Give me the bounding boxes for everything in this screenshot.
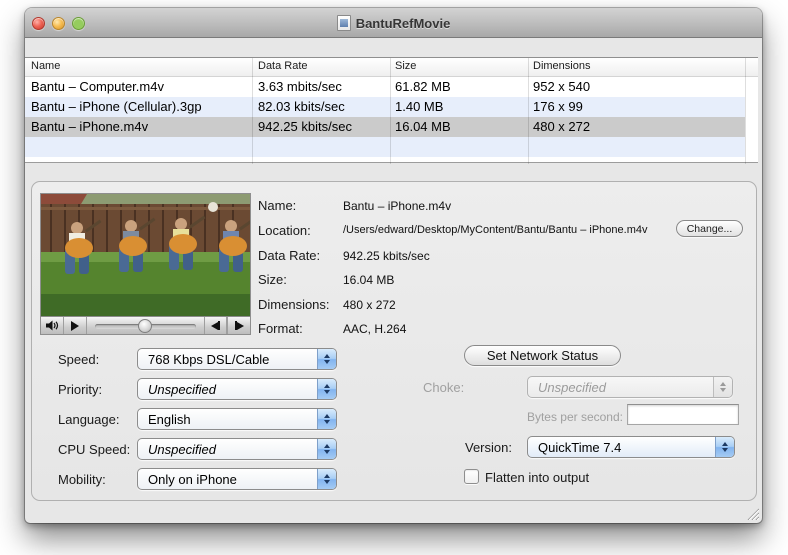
desktop: BantuRefMovie Name Data Rate Size Dimens… bbox=[0, 0, 788, 555]
name-value: Bantu – iPhone.m4v bbox=[343, 199, 451, 213]
column-divider[interactable] bbox=[390, 58, 391, 164]
resize-grip-icon[interactable] bbox=[745, 506, 759, 520]
dimensions-value: 480 x 272 bbox=[343, 298, 396, 312]
version-popup[interactable]: QuickTime 7.4 bbox=[527, 436, 735, 458]
app-window: BantuRefMovie Name Data Rate Size Dimens… bbox=[25, 8, 762, 523]
playhead-slider[interactable] bbox=[87, 317, 204, 334]
choke-popup: Unspecified bbox=[527, 376, 733, 398]
language-label: Language: bbox=[58, 412, 119, 427]
table-header: Name Data Rate Size Dimensions bbox=[25, 58, 758, 77]
step-back-icon[interactable] bbox=[204, 317, 227, 334]
movie-table: Name Data Rate Size Dimensions Bantu – C… bbox=[25, 57, 758, 163]
format-label: Format: bbox=[258, 321, 303, 336]
language-popup[interactable]: English bbox=[137, 408, 337, 430]
name-label: Name: bbox=[258, 198, 296, 213]
data-rate-value: 942.25 kbits/sec bbox=[343, 249, 430, 263]
table-row-empty bbox=[25, 137, 745, 157]
bytes-per-second-label: Bytes per second: bbox=[455, 410, 623, 424]
column-divider[interactable] bbox=[252, 58, 253, 164]
set-network-status-button[interactable]: Set Network Status bbox=[464, 345, 621, 366]
video-preview bbox=[40, 193, 251, 335]
document-movie-icon[interactable] bbox=[337, 15, 351, 31]
size-value: 16.04 MB bbox=[343, 273, 394, 287]
table-row[interactable]: Bantu – Computer.m4v 3.63 mbits/sec 61.8… bbox=[25, 77, 745, 97]
size-label: Size: bbox=[258, 272, 287, 287]
dimensions-label: Dimensions: bbox=[258, 297, 330, 312]
window-title: BantuRefMovie bbox=[356, 16, 451, 31]
priority-label: Priority: bbox=[58, 382, 102, 397]
flatten-checkbox-label: Flatten into output bbox=[485, 470, 589, 485]
speed-label: Speed: bbox=[58, 352, 99, 367]
movie-controller bbox=[41, 316, 250, 334]
play-icon[interactable] bbox=[64, 317, 87, 334]
step-forward-icon[interactable] bbox=[227, 317, 250, 334]
location-label: Location: bbox=[258, 223, 311, 238]
priority-popup[interactable]: Unspecified bbox=[137, 378, 337, 400]
column-header-data-rate[interactable]: Data Rate bbox=[258, 60, 308, 72]
version-label: Version: bbox=[465, 440, 512, 455]
table-row[interactable]: Bantu – iPhone (Cellular).3gp 82.03 kbit… bbox=[25, 97, 745, 117]
popup-arrows-icon bbox=[713, 377, 732, 397]
column-header-dimensions[interactable]: Dimensions bbox=[533, 60, 590, 72]
table-row-selected[interactable]: Bantu – iPhone.m4v 942.25 kbits/sec 16.0… bbox=[25, 117, 745, 137]
popup-arrows-icon bbox=[317, 439, 336, 459]
popup-arrows-icon bbox=[317, 349, 336, 369]
popup-arrows-icon bbox=[715, 437, 734, 457]
flatten-checkbox[interactable] bbox=[464, 469, 479, 484]
slider-thumb[interactable] bbox=[138, 319, 152, 333]
column-header-name[interactable]: Name bbox=[31, 60, 60, 72]
popup-arrows-icon bbox=[317, 379, 336, 399]
column-divider[interactable] bbox=[745, 58, 746, 164]
cpu-speed-popup[interactable]: Unspecified bbox=[137, 438, 337, 460]
speed-popup[interactable]: 768 Kbps DSL/Cable bbox=[137, 348, 337, 370]
video-frame-image bbox=[41, 194, 250, 316]
mobility-popup[interactable]: Only on iPhone bbox=[137, 468, 337, 490]
popup-arrows-icon bbox=[317, 409, 336, 429]
data-rate-label: Data Rate: bbox=[258, 248, 320, 263]
choke-label: Choke: bbox=[423, 380, 464, 395]
format-value: AAC, H.264 bbox=[343, 322, 406, 336]
column-header-size[interactable]: Size bbox=[395, 60, 416, 72]
titlebar[interactable]: BantuRefMovie bbox=[25, 8, 762, 38]
column-divider[interactable] bbox=[528, 58, 529, 164]
cpu-speed-label: CPU Speed: bbox=[58, 442, 130, 457]
change-button[interactable]: Change... bbox=[676, 220, 743, 237]
volume-icon[interactable] bbox=[41, 317, 64, 334]
bytes-per-second-field bbox=[627, 404, 739, 425]
popup-arrows-icon bbox=[317, 469, 336, 489]
location-value: /Users/edward/Desktop/MyContent/Bantu/Ba… bbox=[343, 224, 648, 236]
mobility-label: Mobility: bbox=[58, 472, 106, 487]
